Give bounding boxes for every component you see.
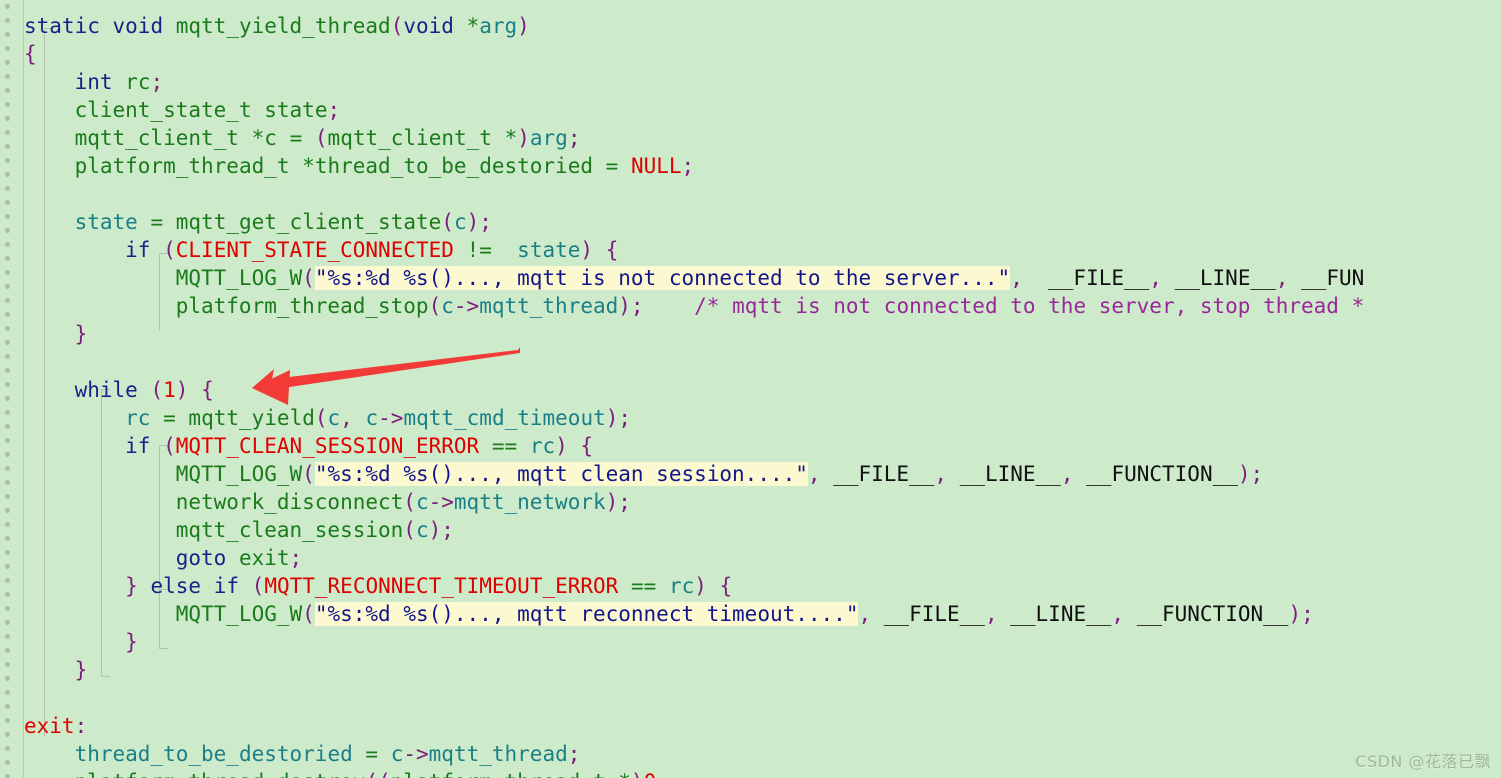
code-line: } [74, 322, 88, 346]
code-line: MQTT_LOG_W("%s:%d %s()..., mqtt is not c… [175, 266, 1365, 290]
code-line: platform_thread_t *thread_to_be_destorie… [74, 154, 695, 178]
code-line: MQTT_LOG_W("%s:%d %s()..., mqtt reconnec… [175, 602, 1314, 626]
code-line: state = mqtt_get_client_state(c); [74, 210, 492, 234]
code-line: int rc; [74, 70, 164, 94]
code-line: client_state_t state; [74, 98, 341, 122]
code-line: while (1) { [74, 378, 214, 402]
code-line: MQTT_LOG_W("%s:%d %s()..., mqtt clean se… [175, 462, 1264, 486]
code-line: { [24, 42, 37, 66]
code-line: thread_to_be_destoried = c->mqtt_thread; [74, 742, 581, 766]
code-line: } else if (MQTT_RECONNECT_TIMEOUT_ERROR … [125, 574, 733, 598]
code-line: rc = mqtt_yield(c, c->mqtt_cmd_timeout); [125, 406, 632, 430]
code-line: mqtt_clean_session(c); [175, 518, 454, 542]
code-line: exit: [24, 714, 88, 738]
code-editor[interactable]: static void mqtt_yield_thread(void *arg)… [0, 0, 1501, 778]
code-content[interactable]: static void mqtt_yield_thread(void *arg)… [0, 0, 1501, 778]
code-line: platform_thread_stop(c->mqtt_thread); /*… [175, 294, 1365, 318]
code-line: network_disconnect(c->mqtt_network); [175, 490, 631, 514]
code-line: static void mqtt_yield_thread(void *arg) [24, 14, 530, 38]
code-line: if (CLIENT_STATE_CONNECTED != state) { [125, 238, 619, 262]
code-line: } [125, 630, 138, 654]
code-line: if (MQTT_CLEAN_SESSION_ERROR == rc) { [125, 434, 594, 458]
code-line: mqtt_client_t *c = (mqtt_client_t *)arg; [74, 126, 581, 150]
code-line: } [74, 658, 88, 682]
csdn-watermark: CSDN @花落已飘 [1355, 752, 1491, 771]
code-line-clipped: platform_thread_destroy((platform_thread… [24, 768, 657, 778]
code-line: goto exit; [175, 546, 303, 570]
